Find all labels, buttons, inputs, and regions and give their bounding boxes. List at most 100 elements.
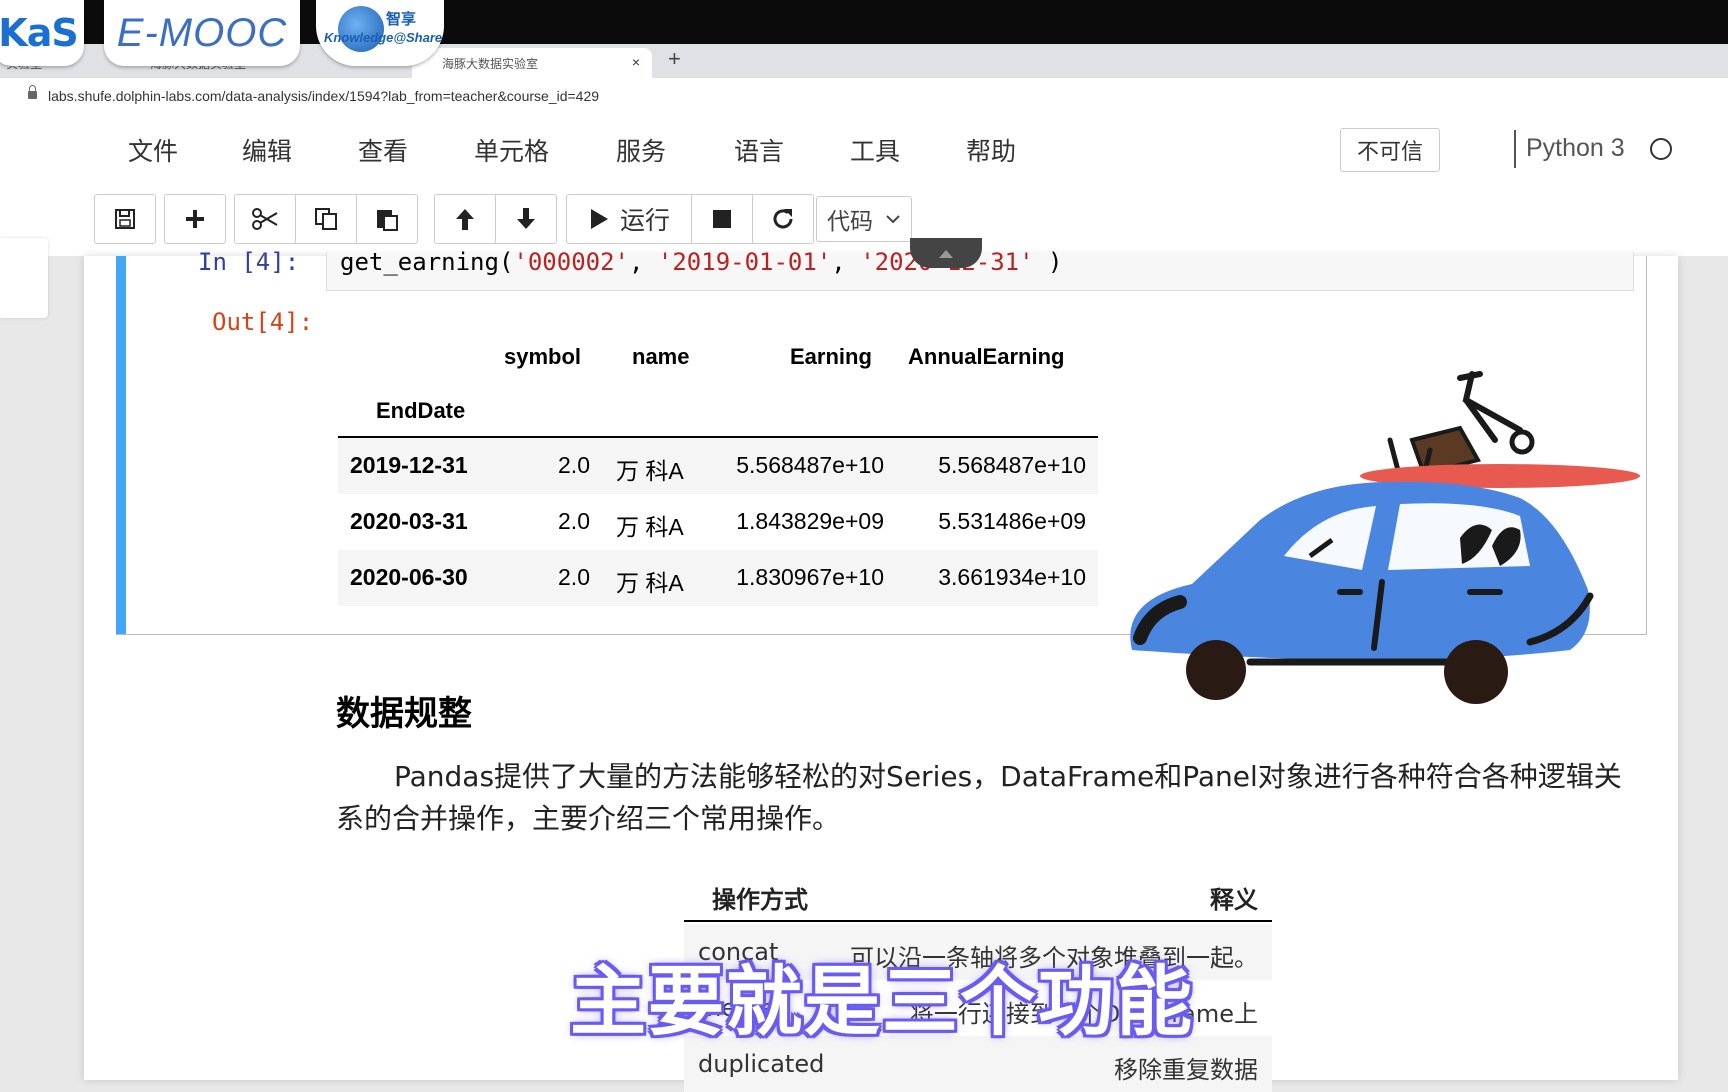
arrow-up-icon [456,209,474,230]
emooc-logo: E-MOOC [104,0,300,66]
kernel-separator [1514,130,1516,168]
copy-button[interactable] [296,195,357,243]
menu-services[interactable]: 服务 [616,132,666,168]
notebook-menu-bar: 文件 编辑 查看 单元格 服务 语言 工具 帮助 不可信 Python 3 [0,118,1728,184]
cell-selection-bar [116,256,126,634]
run-label: 运行 [619,206,670,235]
knowledge-share-logo: 智享 Knowledge@Share [316,0,444,66]
row-index: 2020-03-31 [350,508,468,534]
video-subtitle: 主要就是三个功能 [570,957,1194,1046]
table-row: 2020-06-30 2.0 万 科A 1.830967e+10 3.66193… [338,550,1098,606]
kernel-name[interactable]: Python 3 [1526,134,1625,163]
emooc-logo-text: E-MOOC [116,10,288,55]
menu-cell[interactable]: 单元格 [474,132,549,168]
code-fn: get_earning( [340,248,514,276]
chevron-down-icon [886,215,900,224]
toolbar-group [94,194,156,244]
new-tab-button[interactable]: + [668,46,681,72]
toolbar-group [234,194,418,244]
browser-tab-active[interactable]: 海豚大数据实验室 × [412,48,652,78]
code-sep: , [831,248,861,276]
copy-icon [315,208,337,230]
notebook-toolbar: 运行 代码 [0,184,1728,256]
move-up-button[interactable] [435,195,496,243]
cell-value: 万 科A [616,570,684,596]
cut-button[interactable] [235,195,296,243]
toolbar-group: 运行 [566,194,814,244]
table-rule [684,920,1272,922]
tab-title: 海豚大数据实验室 [442,56,539,71]
cell-value: 万 科A [616,514,684,540]
menu-file[interactable]: 文件 [128,132,178,168]
restart-icon [773,209,793,229]
plus-icon [186,210,204,228]
toolbar-group [164,194,226,244]
arrow-down-icon [517,208,535,229]
cell-value: 3.661934e+10 [938,564,1086,590]
menu-tools[interactable]: 工具 [850,132,900,168]
section-title: 数据规整 [336,694,472,734]
paste-icon [377,210,398,231]
close-tab-icon[interactable]: × [632,54,640,70]
menu-view[interactable]: 查看 [358,132,408,168]
globe-icon [338,6,384,52]
index-name: EndDate [376,398,466,423]
run-button[interactable]: 运行 [567,195,692,243]
move-down-button[interactable] [496,195,556,243]
row-index: 2019-12-31 [350,452,468,478]
cell-value: 1.843829e+09 [736,508,884,534]
car-illustration [1130,371,1640,704]
ops-table-header: 操作方式 [712,886,808,914]
cell-type-select[interactable]: 代码 [816,196,912,242]
cell-value: 5.531486e+09 [938,508,1086,534]
cell-value: 5.568487e+10 [736,452,884,478]
code-sep: , [628,248,658,276]
row-index: 2020-06-30 [350,564,468,590]
save-icon [115,209,135,229]
section-paragraph: Pandas提供了大量的方法能够轻松的对Series，DataFrame和Pan… [336,760,1622,835]
cell-value: 万 科A [616,458,684,484]
kas-logo: KaS [0,0,84,66]
cell-value: 2.0 [558,508,590,534]
kas-logo-text: KaS [0,11,79,55]
column-header: AnnualEarning [908,344,1065,369]
input-prompt: In [4]: [198,248,300,276]
toolbar-group [434,194,557,244]
logo-en-text: Knowledge@Share [324,30,443,45]
url-text[interactable]: labs.shufe.dolphin-labs.com/data-analysi… [48,88,599,104]
trust-button[interactable]: 不可信 [1340,128,1440,172]
cell-value: 2.0 [558,564,590,590]
menu-help[interactable]: 帮助 [966,132,1016,168]
code-arg: '000002' [513,248,629,276]
ops-name: duplicated [698,1050,825,1078]
lock-icon [28,85,37,99]
stop-icon [713,210,731,228]
cell-value: 5.568487e+10 [938,452,1086,478]
column-header: symbol [504,344,582,369]
code-arg: '2019-01-01' [657,248,832,276]
restart-button[interactable] [753,195,813,243]
scissors-icon [252,208,278,230]
menu-edit[interactable]: 编辑 [242,132,292,168]
output-prompt: Out[4]: [212,308,314,336]
insert-cell-button[interactable] [165,195,225,243]
cell-type-value: 代码 [827,209,873,235]
side-panel-handle[interactable] [0,238,48,318]
cell-value: 2.0 [558,452,590,478]
column-header: Earning [790,344,872,369]
table-row: 2020-03-31 2.0 万 科A 1.843829e+09 5.53148… [338,494,1098,550]
play-icon [590,209,608,229]
column-header: name [632,344,690,369]
menu-language[interactable]: 语言 [734,132,784,168]
interrupt-button[interactable] [692,195,753,243]
save-button[interactable] [95,195,155,243]
cell-value: 1.830967e+10 [736,564,884,590]
kernel-idle-icon [1650,138,1672,160]
ops-table-header: 释义 [1210,886,1258,914]
table-row: 2019-12-31 2.0 万 科A 5.568487e+10 5.56848… [338,438,1098,494]
collapse-toolbar-button[interactable] [910,238,982,268]
paste-button[interactable] [357,195,417,243]
address-bar[interactable]: labs.shufe.dolphin-labs.com/data-analysi… [0,78,1728,119]
code-end: ) [1048,248,1063,276]
logo-cn-text: 智享 [386,10,417,28]
